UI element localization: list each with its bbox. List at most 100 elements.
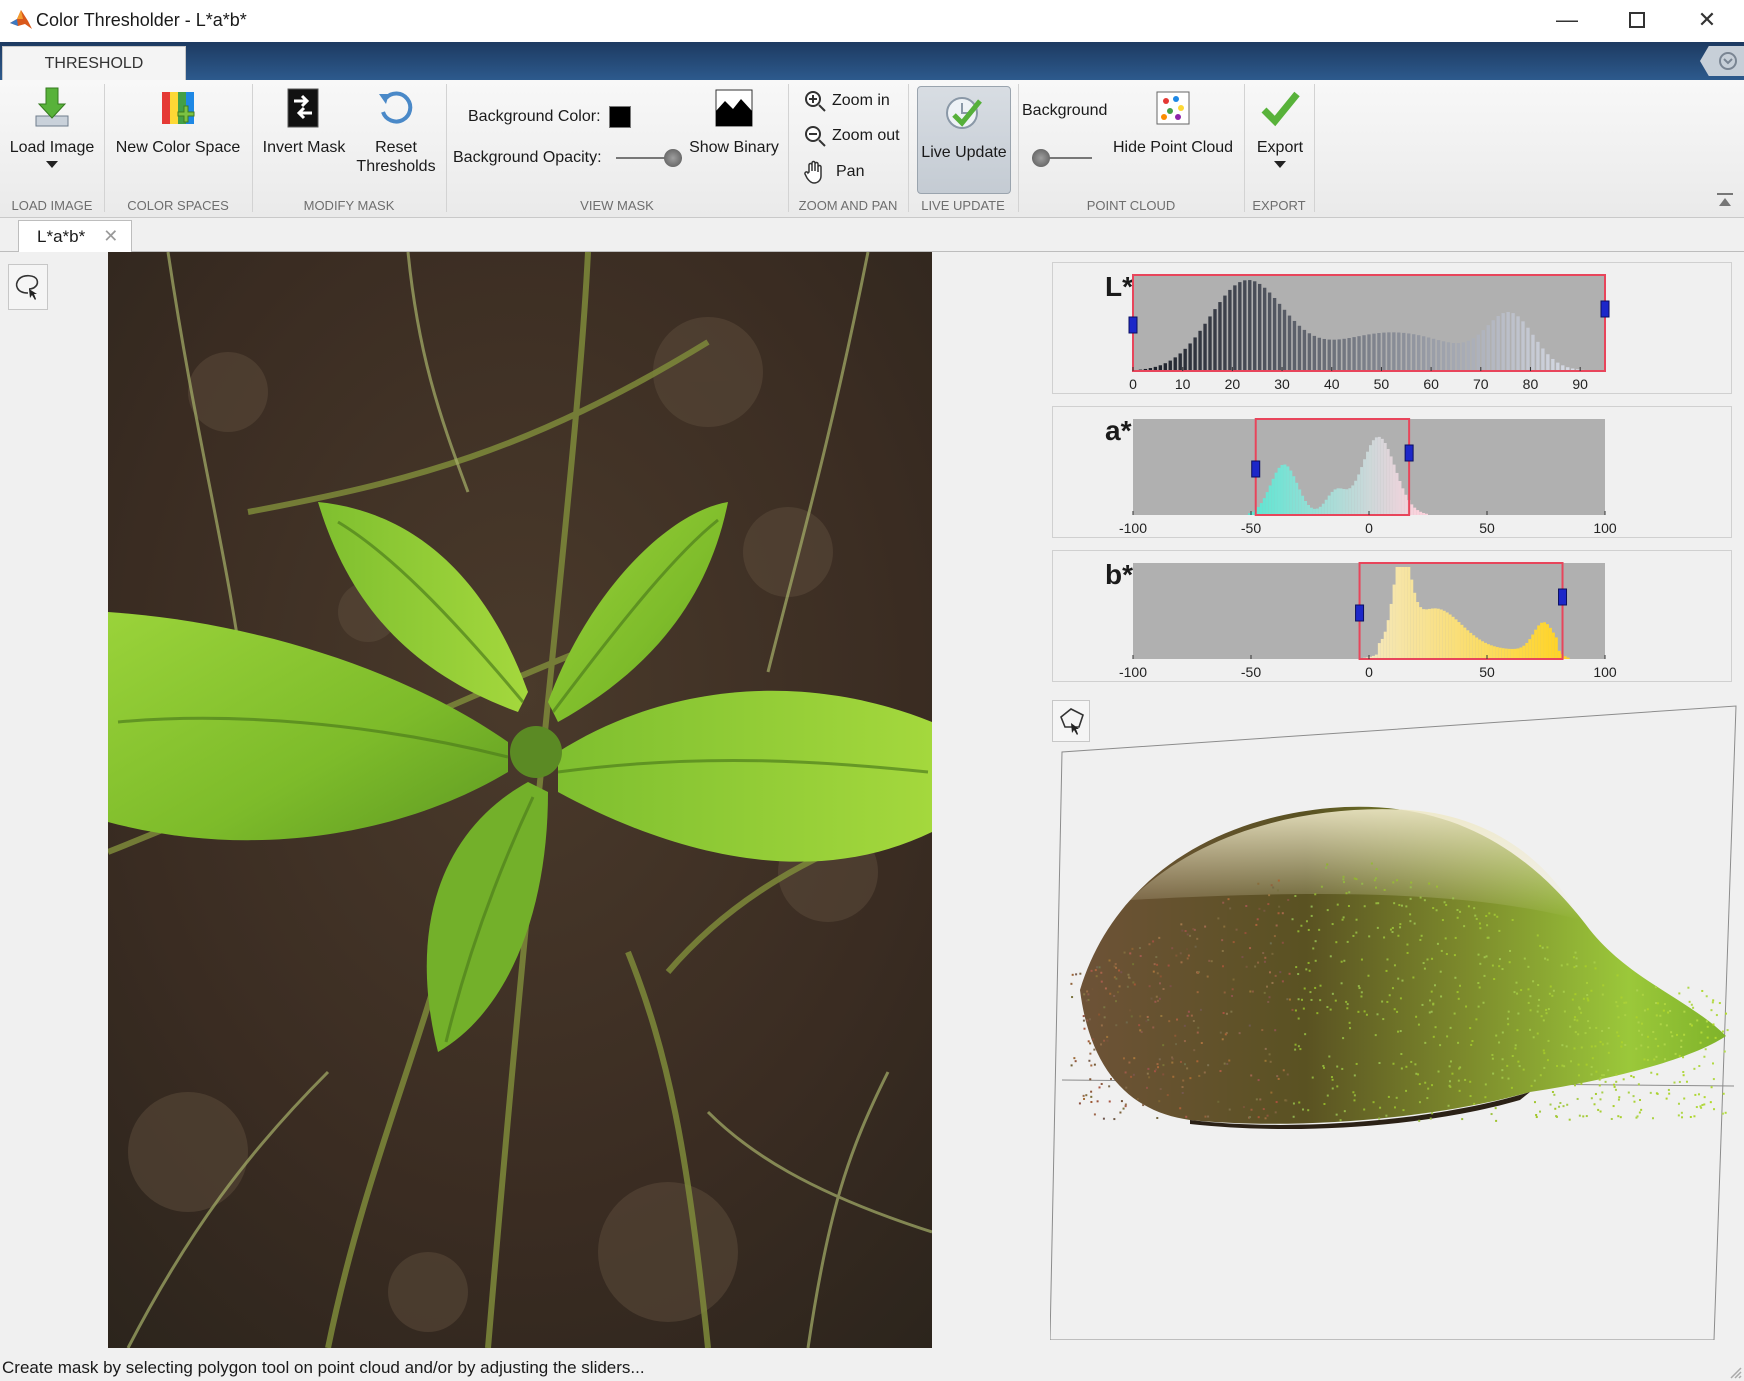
cloud-point <box>1378 1117 1381 1120</box>
close-tab-icon[interactable]: ✕ <box>103 226 118 247</box>
histogram-bar <box>1519 647 1523 659</box>
pan-button[interactable]: Pan <box>804 160 864 184</box>
cloud-point <box>1355 1062 1358 1065</box>
collapse-ribbon-icon[interactable] <box>1716 192 1734 208</box>
cloud-point <box>1456 991 1459 994</box>
cloud-point <box>1508 961 1511 964</box>
cloud-point <box>1585 1063 1588 1066</box>
histogram-a[interactable]: -100 -50 0 50 100 <box>1053 407 1733 539</box>
cloud-point <box>1637 1021 1640 1024</box>
threshold-min-handle[interactable] <box>1355 604 1365 622</box>
slider-thumb[interactable] <box>1032 149 1050 167</box>
cloud-point <box>1222 901 1225 904</box>
cloud-point <box>1458 1067 1461 1070</box>
input-image[interactable] <box>108 252 932 1348</box>
cloud-point <box>1577 1033 1580 1036</box>
histogram-bar <box>1475 637 1479 659</box>
minimize-button[interactable]: — <box>1532 0 1602 40</box>
cloud-point <box>1451 1072 1454 1075</box>
cloud-point <box>1133 983 1136 986</box>
draw-roi-button[interactable] <box>8 264 48 310</box>
resize-grip-icon[interactable] <box>1728 1365 1742 1379</box>
cloud-point <box>1475 917 1478 920</box>
close-button[interactable]: ✕ <box>1672 0 1742 40</box>
cloud-point <box>1577 1063 1580 1066</box>
document-tab-label: L*a*b* <box>37 226 86 246</box>
cloud-point <box>1276 1075 1279 1078</box>
zoom-in-button[interactable]: Zoom in <box>804 90 890 112</box>
point-cloud-background-slider[interactable] <box>1032 146 1092 170</box>
cloud-point <box>1665 1024 1668 1027</box>
tab-threshold[interactable]: THRESHOLD <box>2 46 186 80</box>
cloud-point <box>1654 986 1657 989</box>
show-binary-button[interactable]: Show Binary <box>686 86 782 157</box>
histogram-bar <box>1441 341 1446 371</box>
histogram-b[interactable]: -100 -50 0 50 100 <box>1053 551 1733 683</box>
cloud-point <box>1174 1034 1177 1037</box>
histogram-bar <box>1352 337 1356 371</box>
threshold-min-handle[interactable] <box>1251 460 1261 478</box>
hide-point-cloud-button[interactable]: Hide Point Cloud <box>1108 86 1238 157</box>
threshold-min-handle[interactable] <box>1128 316 1138 334</box>
background-color-control[interactable]: Background Color: <box>468 106 631 128</box>
threshold-max-handle[interactable] <box>1558 588 1568 606</box>
histogram-bar <box>1446 342 1451 371</box>
cloud-point <box>1495 1119 1498 1122</box>
cloud-point <box>1721 1112 1724 1115</box>
cloud-point <box>1498 929 1501 932</box>
cloud-point <box>1484 1083 1487 1086</box>
histogram-bar <box>1243 280 1247 371</box>
invert-mask-button[interactable]: Invert Mask <box>258 86 350 157</box>
reset-thresholds-button[interactable]: Reset Thresholds <box>350 86 442 176</box>
histogram-l[interactable]: 0 10 20 30 40 50 60 70 80 90 <box>1053 263 1733 395</box>
cloud-point <box>1227 898 1230 901</box>
cloud-point <box>1090 1064 1093 1067</box>
cloud-point <box>1551 994 1554 997</box>
cloud-point <box>1190 1014 1193 1017</box>
cloud-point <box>1506 1017 1509 1020</box>
cloud-point <box>1423 899 1426 902</box>
cloud-point <box>1463 925 1466 928</box>
cloud-point <box>1569 1025 1572 1028</box>
cloud-point <box>1680 1039 1683 1042</box>
cloud-point <box>1414 1063 1417 1066</box>
cloud-point <box>1602 1074 1605 1077</box>
histogram-bar <box>1451 342 1456 371</box>
slider-thumb[interactable] <box>663 149 682 167</box>
cloud-point <box>1358 987 1361 990</box>
cloud-point <box>1614 1088 1617 1091</box>
live-update-button[interactable]: Live Update <box>917 86 1011 194</box>
maximize-button[interactable] <box>1602 0 1672 40</box>
cloud-point <box>1148 943 1151 946</box>
cloud-point <box>1559 1101 1562 1104</box>
histogram-bar <box>1410 504 1414 515</box>
new-color-space-button[interactable]: New Color Space <box>110 86 246 157</box>
export-button[interactable]: Export <box>1250 86 1310 168</box>
cloud-point <box>1549 1103 1552 1106</box>
background-color-swatch[interactable] <box>608 106 631 128</box>
quick-access-toggle[interactable] <box>1700 46 1744 76</box>
cloud-point <box>1346 1003 1349 1006</box>
load-image-button[interactable]: Load Image <box>4 86 100 168</box>
cloud-point <box>1353 1099 1356 1102</box>
histogram-bar <box>1223 295 1227 371</box>
cloud-point <box>1441 919 1444 922</box>
document-tab[interactable]: L*a*b* ✕ <box>18 220 132 252</box>
cloud-point <box>1471 1040 1474 1043</box>
cloud-point <box>1617 1115 1620 1118</box>
cloud-point <box>1180 961 1183 964</box>
background-opacity-slider[interactable] <box>615 148 682 168</box>
histogram-bar <box>1457 622 1461 659</box>
threshold-max-handle[interactable] <box>1600 300 1610 318</box>
histogram-bar <box>1531 634 1535 659</box>
zoom-out-button[interactable]: Zoom out <box>804 125 900 147</box>
cloud-point <box>1307 961 1310 964</box>
point-cloud-view[interactable] <box>1050 700 1740 1340</box>
cloud-point <box>1722 1092 1725 1095</box>
pan-label: Pan <box>836 163 865 180</box>
cloud-point <box>1291 1008 1294 1011</box>
threshold-max-handle[interactable] <box>1404 444 1414 462</box>
cloud-point <box>1597 1108 1600 1111</box>
polygon-tool-button[interactable] <box>1052 700 1090 742</box>
cloud-point <box>1623 1001 1626 1004</box>
